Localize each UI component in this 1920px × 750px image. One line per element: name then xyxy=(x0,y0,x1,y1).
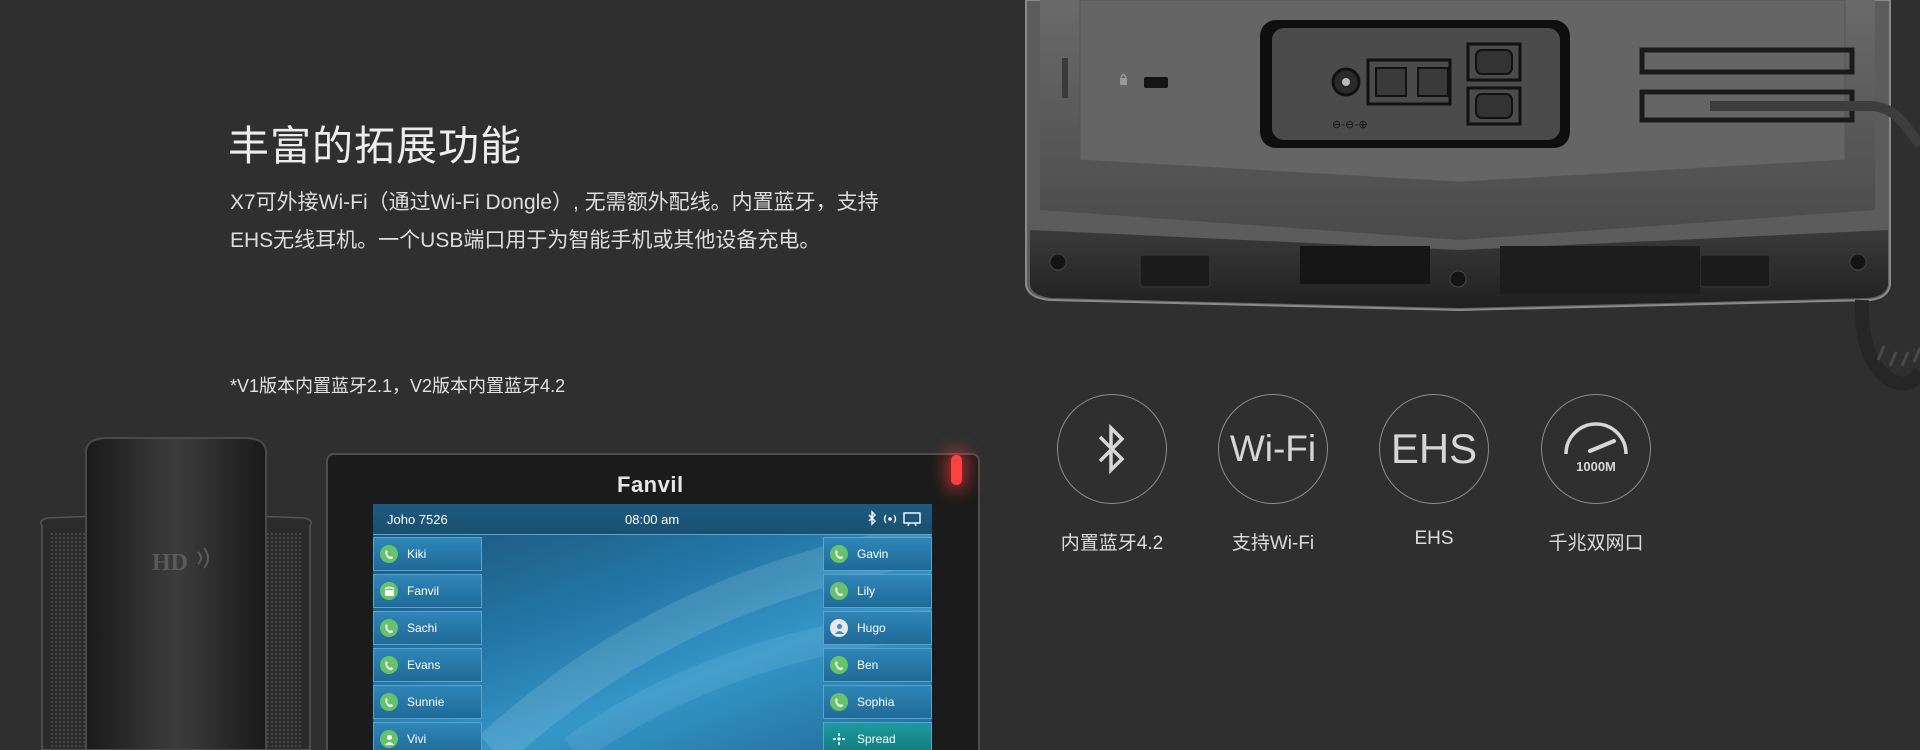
bluetooth-icon xyxy=(1057,394,1167,504)
contact-button-sophia[interactable]: Sophia xyxy=(823,685,932,719)
message-led xyxy=(951,455,962,485)
contacts-left-column: Kiki Fanvil Sachi Evans Sunnie Vivi xyxy=(373,537,482,750)
fanvil-logo: Fanvil xyxy=(617,472,684,497)
feature-ehs: EHS EHS xyxy=(1344,394,1524,550)
contact-name: Sophia xyxy=(857,695,895,709)
contact-name: Lily xyxy=(857,584,876,598)
ehs-text-icon: EHS xyxy=(1379,394,1489,504)
contact-button-fanvil[interactable]: Fanvil xyxy=(373,574,482,608)
wifi-text-icon: Wi-Fi xyxy=(1218,394,1328,504)
desk-phone-icon xyxy=(380,582,398,600)
description-line-2: EHS无线耳机。一个USB端口用于为智能手机或其他设备充电。 xyxy=(230,229,821,252)
contact-name: Gavin xyxy=(857,547,889,561)
spread-icon xyxy=(830,730,848,748)
handset-hd-logo: HD xyxy=(152,550,188,576)
handset-illustration: HD xyxy=(40,437,312,750)
ehs-icon-text: EHS xyxy=(1390,425,1478,472)
spread-button[interactable]: Spread xyxy=(823,722,932,750)
contact-button-kiki[interactable]: Kiki xyxy=(373,537,482,571)
contact-button-sachi[interactable]: Sachi xyxy=(373,611,482,645)
contact-name: Fanvil xyxy=(407,584,440,598)
contact-name: Vivi xyxy=(407,732,427,746)
contact-button-evans[interactable]: Evans xyxy=(373,648,482,682)
feature-description: X7可外接Wi-Fi（通过Wi-Fi Dongle）, 无需额外配线。内置蓝牙，… xyxy=(230,184,910,260)
phone-icon xyxy=(830,582,848,600)
phone-icon xyxy=(380,693,398,711)
status-time: 08:00 am xyxy=(625,512,680,527)
feature-gigabit: 1000M 千兆双网口 xyxy=(1506,394,1686,555)
contact-name: Sunnie xyxy=(407,695,445,709)
phone-icon xyxy=(380,619,398,637)
screen-status-icon xyxy=(903,512,921,524)
page-title: 丰富的拓展功能 xyxy=(228,123,522,169)
phone-status-bar: Joho 7526 08:00 am xyxy=(373,504,932,535)
contact-button-sunnie[interactable]: Sunnie xyxy=(373,685,482,719)
feature-label: 支持Wi-Fi xyxy=(1231,533,1315,554)
feature-label: 千兆双网口 xyxy=(1548,533,1644,554)
bluetooth-status-icon xyxy=(868,510,876,526)
wifi-icon-text: Wi-Fi xyxy=(1229,428,1317,469)
speedometer-icon: 1000M xyxy=(1541,394,1651,504)
contact-button-gavin[interactable]: Gavin xyxy=(823,537,932,571)
phone-icon xyxy=(380,656,398,674)
contact-button-ben[interactable]: Ben xyxy=(823,648,932,682)
bluetooth-version-note: *V1版本内置蓝牙2.1，V2版本内置蓝牙4.2 xyxy=(230,376,566,396)
contact-name: Sachi xyxy=(407,621,438,635)
feature-label: 内置蓝牙4.2 xyxy=(1060,533,1164,554)
contact-name: Spread xyxy=(857,732,896,746)
contact-button-lily[interactable]: Lily xyxy=(823,574,932,608)
status-icons xyxy=(864,510,924,531)
speed-icon-text: 1000M xyxy=(1576,458,1616,474)
feature-label: EHS xyxy=(1414,528,1454,549)
phone-icon xyxy=(380,545,398,563)
description-line-1: X7可外接Wi-Fi（通过Wi-Fi Dongle）, 无需额外配线。内置蓝牙，… xyxy=(230,191,879,214)
phone-icon xyxy=(830,693,848,711)
feature-bluetooth: 内置蓝牙4.2 xyxy=(1022,394,1202,555)
contact-name: Evans xyxy=(407,658,441,672)
phone-screen: Joho 7526 08:00 am Kiki Fanvil Sachi Eva… xyxy=(373,504,932,750)
phone-back-illustration: ⊖-⊖-⊕ xyxy=(1025,0,1920,391)
person-icon xyxy=(830,619,848,637)
contact-button-vivi[interactable]: Vivi xyxy=(373,722,482,750)
phone-icon xyxy=(830,656,848,674)
contacts-right-column: Gavin Lily Hugo Ben Sophia Spread xyxy=(823,537,932,750)
feature-wifi: Wi-Fi 支持Wi-Fi xyxy=(1183,394,1363,555)
contact-button-hugo[interactable]: Hugo xyxy=(823,611,932,645)
person-icon xyxy=(380,730,398,748)
contact-name: Kiki xyxy=(407,547,427,561)
svg-text:⊖-⊖-⊕: ⊖-⊖-⊕ xyxy=(1332,118,1368,131)
contact-name: Hugo xyxy=(857,621,886,635)
status-user: Joho 7526 xyxy=(387,512,448,527)
contact-name: Ben xyxy=(857,658,879,672)
phone-icon xyxy=(830,545,848,563)
